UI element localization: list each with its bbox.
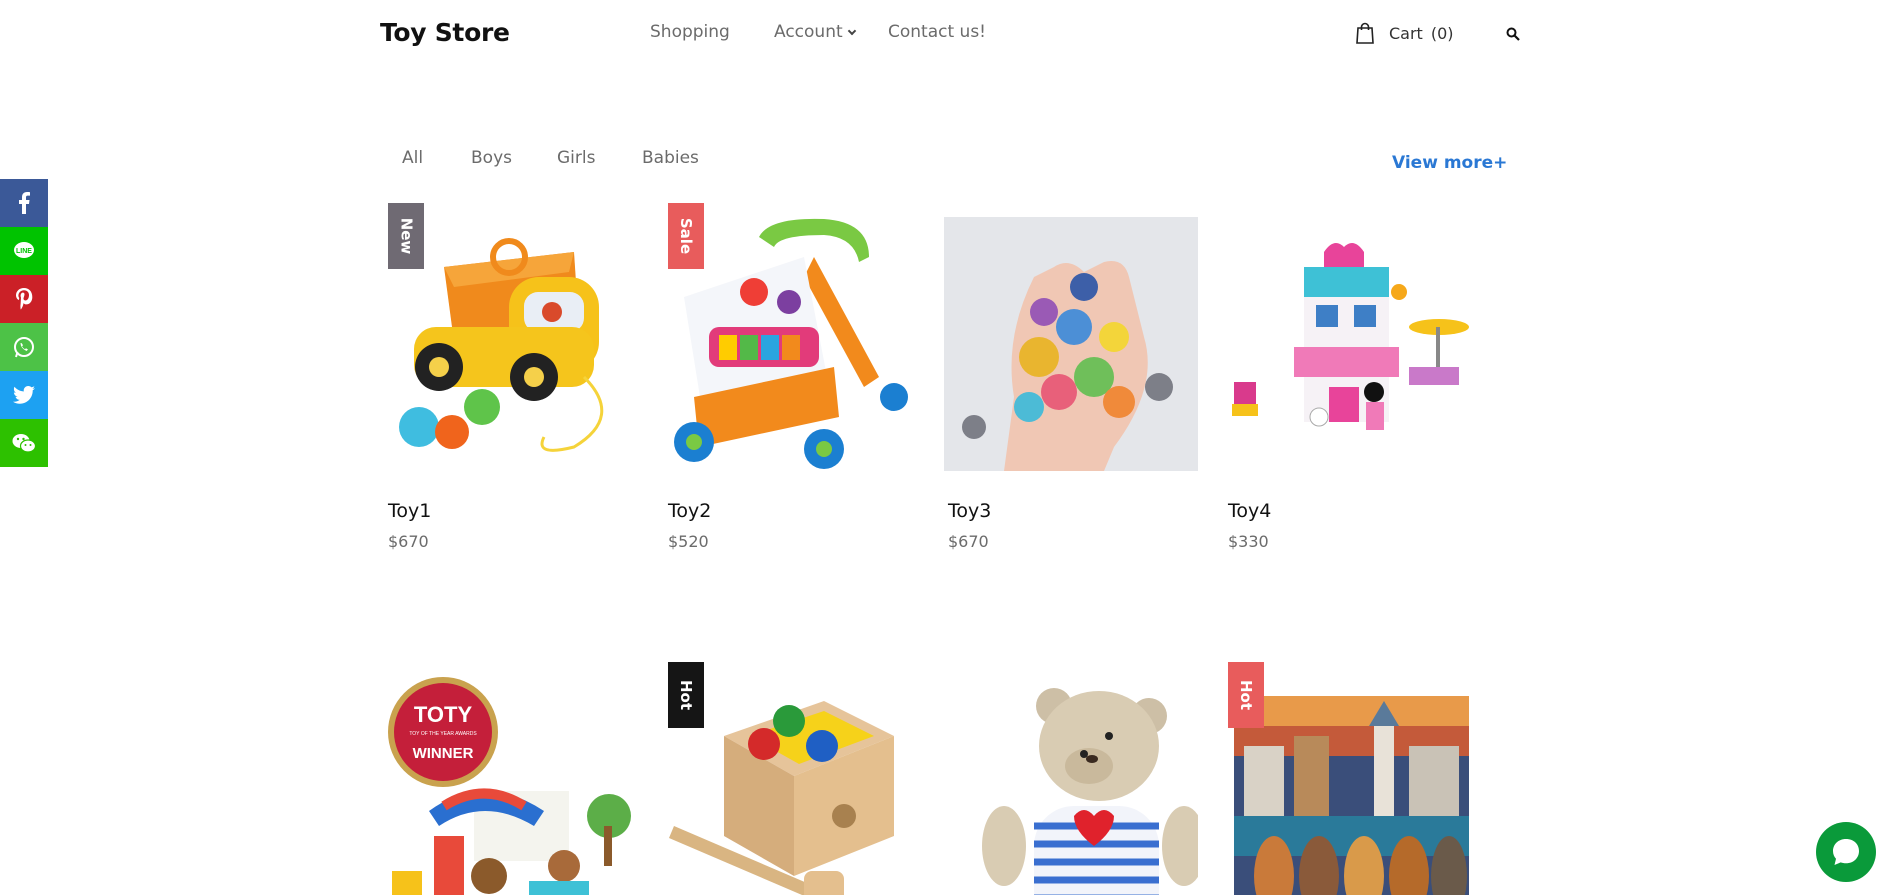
nav-shopping[interactable]: Shopping xyxy=(650,22,730,42)
whatsapp-share-button[interactable] xyxy=(0,323,48,371)
facebook-icon xyxy=(19,192,30,214)
view-more-link[interactable]: View more+ xyxy=(1392,153,1507,173)
search-button[interactable] xyxy=(1506,26,1520,45)
product-name: Toy3 xyxy=(948,500,992,522)
product-name: Toy4 xyxy=(1228,500,1272,522)
chevron-down-icon xyxy=(847,26,856,36)
cart-button[interactable]: Cart (0) xyxy=(1355,22,1454,44)
badge-sale: Sale xyxy=(668,203,704,269)
nav-contact[interactable]: Contact us! xyxy=(888,22,986,42)
product-price: $520 xyxy=(668,532,709,551)
wechat-share-button[interactable] xyxy=(0,419,48,467)
line-icon: LINE xyxy=(14,242,34,258)
tab-babies[interactable]: Babies xyxy=(642,148,699,168)
facebook-share-button[interactable] xyxy=(0,179,48,227)
tab-boys[interactable]: Boys xyxy=(471,148,512,168)
tab-all[interactable]: All xyxy=(402,148,423,168)
product-image-figurines xyxy=(944,217,1198,471)
toty-winner: WINNER xyxy=(413,745,474,762)
product-price: $670 xyxy=(948,532,989,551)
product-name: Toy1 xyxy=(388,500,432,522)
chat-bubble-icon xyxy=(1833,839,1859,865)
svg-text:LINE: LINE xyxy=(16,248,32,255)
tab-girls[interactable]: Girls xyxy=(557,148,595,168)
social-share-bar: LINE xyxy=(0,179,48,467)
twitter-share-button[interactable] xyxy=(0,371,48,419)
nav-account-label: Account xyxy=(774,22,843,42)
product-price: $330 xyxy=(1228,532,1269,551)
badge-new: New xyxy=(388,203,424,269)
product-image-cafe-set xyxy=(1224,217,1478,471)
pinterest-icon xyxy=(16,288,33,310)
site-logo[interactable]: Toy Store xyxy=(380,18,510,47)
product-image-playset: TOTY TOY OF THE YEAR AWARDS WINNER xyxy=(384,676,638,895)
pinterest-share-button[interactable] xyxy=(0,275,48,323)
product-name: Toy2 xyxy=(668,500,712,522)
toty-sub: TOY OF THE YEAR AWARDS xyxy=(409,731,477,737)
wechat-icon xyxy=(12,434,36,453)
whatsapp-icon xyxy=(14,337,34,358)
search-icon xyxy=(1506,27,1520,41)
product-image-teddy-bear xyxy=(944,676,1198,895)
twitter-icon xyxy=(13,386,35,404)
chat-widget-button[interactable] xyxy=(1816,822,1876,882)
cart-count: (0) xyxy=(1430,23,1454,43)
toty-logo: TOTY xyxy=(414,702,473,727)
cart-label: Cart xyxy=(1389,23,1423,43)
nav-account[interactable]: Account xyxy=(774,22,856,42)
shopping-bag-icon xyxy=(1356,22,1374,44)
badge-hot: Hot xyxy=(1228,662,1264,728)
badge-hot: Hot xyxy=(668,662,704,728)
line-share-button[interactable]: LINE xyxy=(0,227,48,275)
product-price: $670 xyxy=(388,532,429,551)
